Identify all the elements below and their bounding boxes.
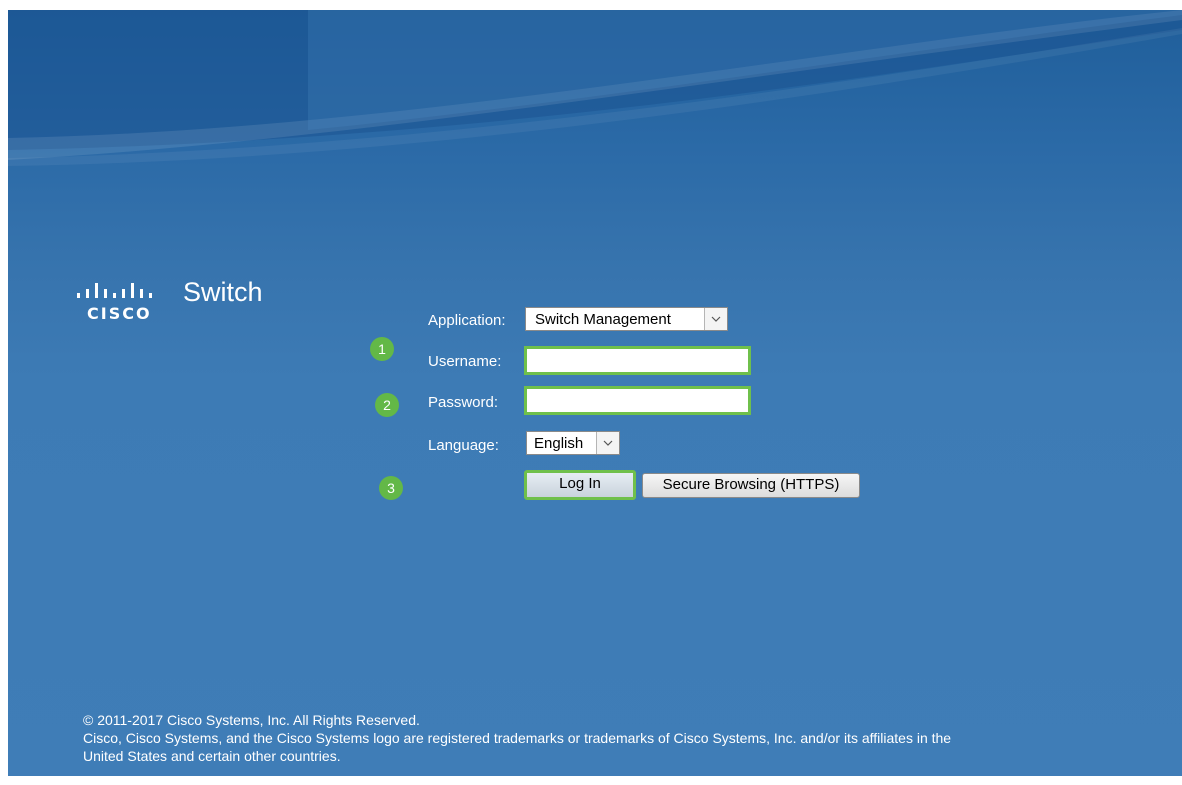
cisco-logo-text: CISCO (87, 304, 152, 323)
password-label: Password: (428, 394, 499, 411)
copyright-text: © 2011-2017 Cisco Systems, Inc. All Righ… (83, 712, 420, 728)
chevron-down-icon[interactable] (596, 432, 619, 454)
login-background: CISCO Switch Application: Switch Managem… (8, 10, 1182, 776)
application-select[interactable]: Switch Management (525, 307, 728, 331)
language-select[interactable]: English (526, 431, 620, 455)
trademark-text-line1: Cisco, Cisco Systems, and the Cisco Syst… (83, 730, 952, 746)
application-selected-value: Switch Management (535, 311, 671, 328)
language-label: Language: (428, 437, 499, 454)
secure-browsing-button[interactable]: Secure Browsing (HTTPS) (642, 473, 860, 498)
step-badge-2: 2 (375, 393, 399, 417)
decorative-wave-header (8, 10, 1182, 166)
username-label: Username: (428, 353, 502, 370)
language-selected-value: English (534, 435, 584, 452)
product-title: Switch (183, 277, 263, 307)
cisco-logo: CISCO (76, 280, 166, 331)
password-input[interactable] (524, 386, 751, 415)
login-button[interactable]: Log In (524, 470, 636, 500)
step-badge-1: 1 (370, 337, 394, 361)
trademark-text-line2: United States and certain other countrie… (83, 748, 341, 764)
step-badge-3: 3 (379, 476, 403, 500)
username-input[interactable] (524, 346, 751, 375)
chevron-down-icon[interactable] (704, 308, 727, 330)
application-label: Application: (428, 312, 506, 329)
